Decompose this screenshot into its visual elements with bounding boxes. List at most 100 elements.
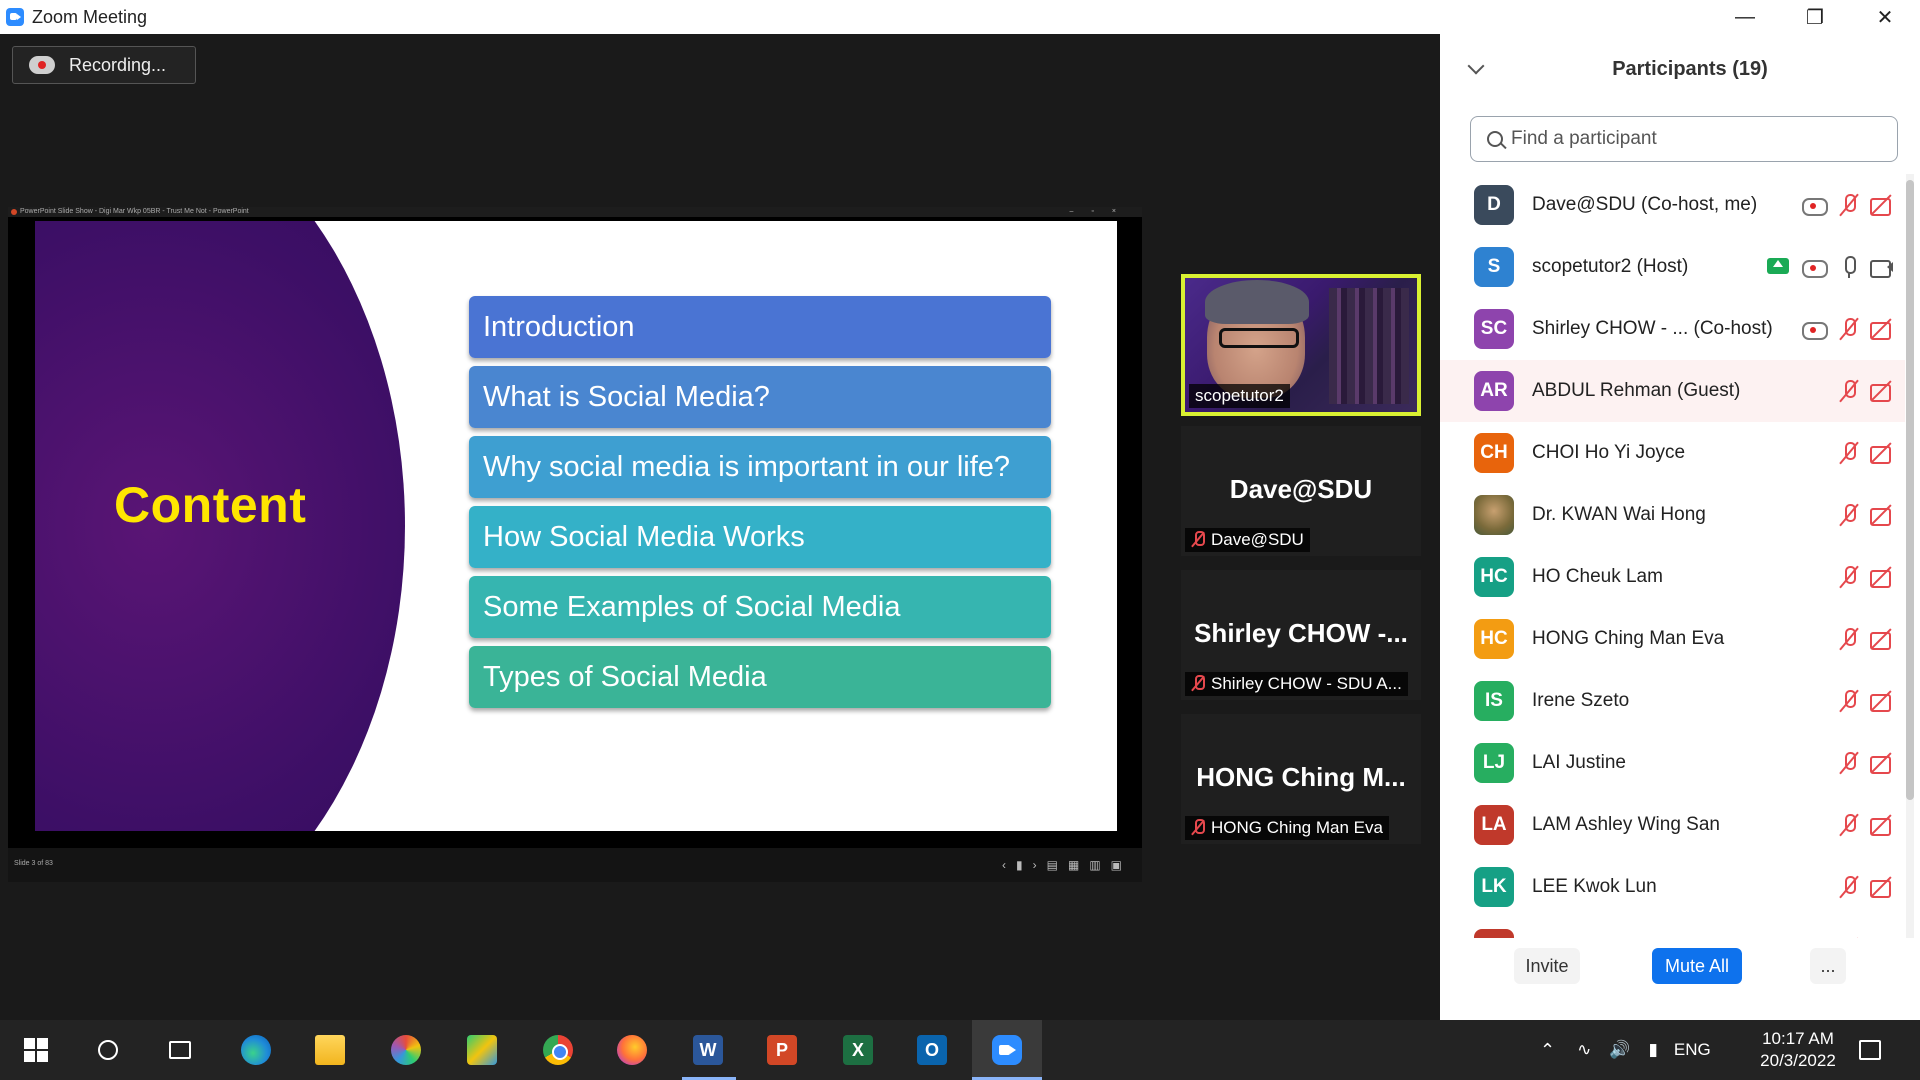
video-tile-hong[interactable]: HONG Ching M... HONG Ching Man Eva <box>1181 714 1421 844</box>
participant-row[interactable]: D Dave@SDU (Co-host, me) <box>1440 174 1905 236</box>
mic-muted-icon[interactable] <box>1837 813 1861 837</box>
participant-row[interactable]: CH CHOI Ho Yi Joyce <box>1440 422 1905 484</box>
file-explorer-icon[interactable] <box>310 1030 350 1070</box>
video-off-icon[interactable] <box>1869 751 1893 775</box>
mic-muted-icon[interactable] <box>1837 317 1861 341</box>
video-off-icon[interactable] <box>1869 937 1893 938</box>
zoom-app-icon[interactable] <box>972 1020 1042 1080</box>
firefox-browser-icon[interactable] <box>612 1030 652 1070</box>
participant-name: ABDUL Rehman (Guest) <box>1532 380 1741 401</box>
slide-title: Content <box>114 477 307 533</box>
invite-button[interactable]: Invite <box>1514 948 1580 984</box>
mic-muted-icon[interactable] <box>1837 441 1861 465</box>
chrome-browser-icon[interactable] <box>538 1030 578 1070</box>
participant-row[interactable]: LK LEE Kwok Lun <box>1440 856 1905 918</box>
bookshelf-background <box>1329 288 1409 404</box>
panel-footer: Invite Mute All ... <box>1440 948 1920 988</box>
mic-muted-icon[interactable] <box>1837 627 1861 651</box>
edge-browser-icon[interactable] <box>236 1030 276 1070</box>
task-view-glyph-icon <box>169 1041 191 1059</box>
close-button[interactable]: ✕ <box>1850 0 1920 34</box>
mic-muted-icon[interactable] <box>1837 565 1861 589</box>
paint-app-icon[interactable] <box>462 1030 502 1070</box>
media-player-icon[interactable] <box>386 1030 426 1070</box>
participant-name: Shirley CHOW - ... (Co-host) <box>1532 318 1773 339</box>
recording-indicator[interactable]: Recording... <box>12 46 196 84</box>
notification-center-icon[interactable] <box>1850 1030 1890 1070</box>
video-tile-scopetutor2[interactable]: scopetutor2 <box>1181 274 1421 416</box>
avatar-photo <box>1474 495 1514 535</box>
minimize-button[interactable]: — <box>1710 0 1780 34</box>
participant-row[interactable]: S scopetutor2 (Host) <box>1440 236 1905 298</box>
mic-muted-icon[interactable] <box>1837 937 1861 938</box>
excel-app-icon[interactable]: X <box>838 1030 878 1070</box>
participants-scrollbar[interactable] <box>1906 180 1914 800</box>
slide-item: Why social media is important in our lif… <box>469 436 1051 498</box>
participant-row[interactable]: LJ LAI Justine <box>1440 732 1905 794</box>
task-view-icon[interactable] <box>160 1030 200 1070</box>
participant-row[interactable]: IS Irene Szeto <box>1440 670 1905 732</box>
participant-row[interactable]: Dr. KWAN Wai Hong <box>1440 484 1905 546</box>
microphone-icon[interactable] <box>1837 255 1861 279</box>
participant-name: Dave@SDU (Co-host, me) <box>1532 194 1758 215</box>
powerpoint-app-icon[interactable]: P <box>762 1030 802 1070</box>
mic-muted-icon[interactable] <box>1837 751 1861 775</box>
windows-start-icon[interactable] <box>16 1030 56 1070</box>
tile-name: Shirley CHOW -... <box>1194 618 1408 648</box>
video-camera-icon[interactable] <box>1869 255 1893 279</box>
wifi-icon[interactable]: ∿ <box>1577 1040 1591 1060</box>
participant-row[interactable]: HC HO Cheuk Lam <box>1440 546 1905 608</box>
participant-row[interactable]: HC HONG Ching Man Eva <box>1440 608 1905 670</box>
video-off-icon[interactable] <box>1869 875 1893 899</box>
ppt-title: PowerPoint Slide Show - Digi Mar Wkp 05B… <box>20 208 249 215</box>
zoom-logo-icon <box>6 8 24 26</box>
powerpoint-logo-icon: P <box>767 1035 797 1065</box>
avatar <box>1474 929 1514 938</box>
taskbar-search-icon[interactable] <box>88 1030 128 1070</box>
slide-item: Some Examples of Social Media <box>469 576 1051 638</box>
mic-muted-icon <box>1191 531 1205 547</box>
participant-name: LEE Kwok Lun <box>1532 876 1657 897</box>
video-off-icon[interactable] <box>1869 379 1893 403</box>
mute-all-button[interactable]: Mute All <box>1652 948 1742 984</box>
video-off-icon[interactable] <box>1869 441 1893 465</box>
video-off-icon[interactable] <box>1869 503 1893 527</box>
participant-row[interactable]: SC Shirley CHOW - ... (Co-host) <box>1440 298 1905 360</box>
video-off-icon[interactable] <box>1869 689 1893 713</box>
shared-screen[interactable]: PowerPoint Slide Show - Digi Mar Wkp 05B… <box>8 207 1142 882</box>
video-off-icon[interactable] <box>1869 193 1893 217</box>
search-icon <box>98 1040 118 1060</box>
participant-search[interactable] <box>1470 116 1898 162</box>
speech-bubble-icon <box>1859 1040 1881 1060</box>
outlook-app-icon[interactable]: O <box>912 1030 952 1070</box>
chevron-up-icon[interactable]: ⌃ <box>1540 1040 1555 1061</box>
battery-icon[interactable]: ▮ <box>1649 1040 1658 1060</box>
video-tile-dave[interactable]: Dave@SDU Dave@SDU <box>1181 426 1421 556</box>
mic-muted-icon[interactable] <box>1837 193 1861 217</box>
participant-row[interactable]: LA LAM Ashley Wing San <box>1440 794 1905 856</box>
edge-logo-icon <box>241 1035 271 1065</box>
restore-button[interactable]: ❐ <box>1780 0 1850 34</box>
volume-icon[interactable]: 🔊 <box>1609 1040 1630 1060</box>
clock[interactable]: 10:17 AM 20/3/2022 <box>1748 1028 1848 1072</box>
participant-row[interactable] <box>1440 918 1905 938</box>
mic-muted-icon[interactable] <box>1837 689 1861 713</box>
video-tile-shirley[interactable]: Shirley CHOW -... Shirley CHOW - SDU A..… <box>1181 570 1421 700</box>
video-off-icon[interactable] <box>1869 565 1893 589</box>
mic-muted-icon[interactable] <box>1837 875 1861 899</box>
participant-row[interactable]: AR ABDUL Rehman (Guest) <box>1440 360 1905 422</box>
firefox-logo-icon <box>617 1035 647 1065</box>
language-indicator[interactable]: ENG <box>1674 1040 1711 1060</box>
word-logo-icon: W <box>693 1035 723 1065</box>
search-input[interactable] <box>1511 128 1891 150</box>
more-options-button[interactable]: ... <box>1810 948 1846 984</box>
avatar: S <box>1474 247 1514 287</box>
mic-muted-icon[interactable] <box>1837 503 1861 527</box>
avatar: SC <box>1474 309 1514 349</box>
mic-muted-icon[interactable] <box>1837 379 1861 403</box>
ppt-nav-controls[interactable]: ‹▮›▤▦▥▣ <box>1002 858 1132 872</box>
video-off-icon[interactable] <box>1869 813 1893 837</box>
word-app-icon[interactable]: W <box>688 1030 728 1070</box>
video-off-icon[interactable] <box>1869 627 1893 651</box>
video-off-icon[interactable] <box>1869 317 1893 341</box>
